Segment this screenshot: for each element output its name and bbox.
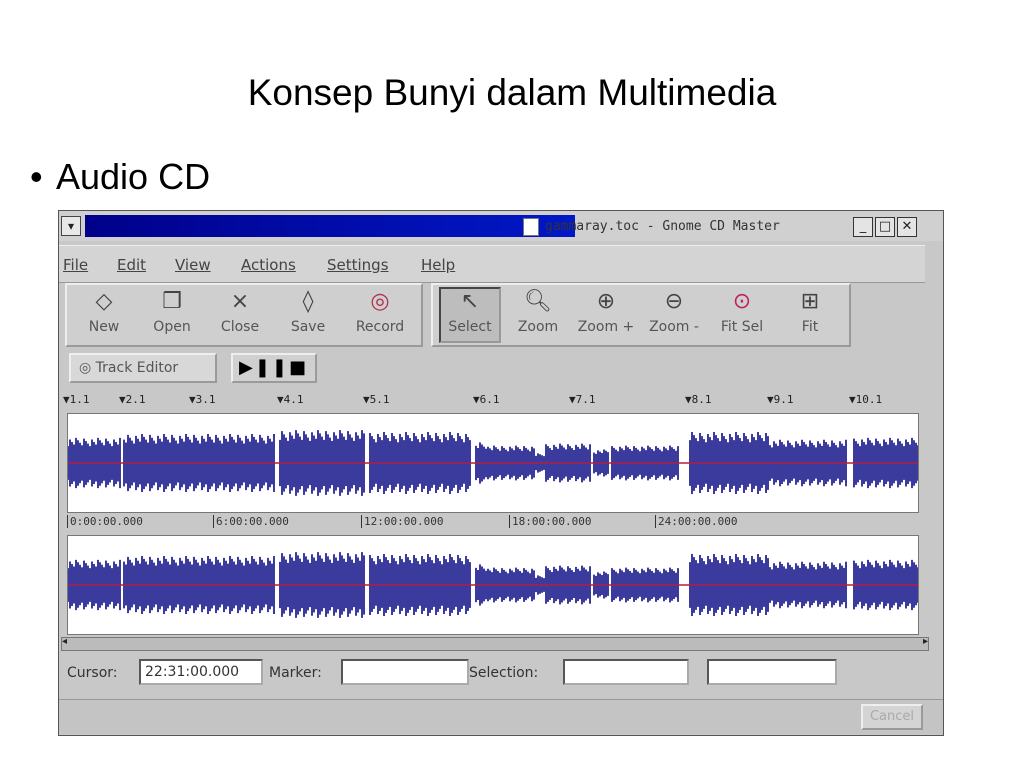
select-label: Select: [448, 319, 492, 335]
time-tick: 6:00:00.000: [213, 515, 289, 528]
track-marker[interactable]: ▼6.1: [473, 393, 500, 406]
bullet-item: • Audio CD: [30, 156, 210, 198]
document-icon: [523, 218, 539, 236]
waveform-left-channel[interactable]: [67, 413, 919, 513]
menu-actions[interactable]: Actions: [241, 256, 296, 274]
fit-icon: ⊞: [800, 289, 820, 314]
minimize-button[interactable]: _: [853, 217, 873, 237]
menu-bar: File Edit View Actions Settings Help: [59, 245, 925, 283]
zoom-in-label: Zoom +: [577, 319, 635, 335]
new-icon: ◇: [95, 289, 113, 314]
save-icon: ◊: [302, 289, 314, 314]
selection-end-field[interactable]: [707, 659, 837, 685]
track-marker[interactable]: ▼10.1: [849, 393, 882, 406]
track-marker[interactable]: ▼8.1: [685, 393, 712, 406]
horizontal-scrollbar[interactable]: ◂ ▸: [61, 636, 929, 651]
file-toolbar: ◇ New ❒ Open × Close ◊ Save ◎ Record: [65, 283, 423, 347]
transport-controls: ▶❚❚■: [231, 353, 317, 383]
track-marker[interactable]: ▼5.1: [363, 393, 390, 406]
track-editor-button[interactable]: ◎ Track Editor: [69, 353, 217, 383]
zoom-label: Zoom: [517, 319, 559, 335]
track-marker[interactable]: ▼7.1: [569, 393, 596, 406]
close-button[interactable]: × Close: [209, 289, 271, 335]
close-label: Close: [220, 319, 260, 335]
track-marker[interactable]: ▼9.1: [767, 393, 794, 406]
title-bar[interactable]: ▾ gammaray.toc - Gnome CD Master _ □ ✕: [59, 211, 943, 241]
new-button[interactable]: ◇ New: [73, 289, 135, 335]
record-icon: ◎: [370, 289, 390, 314]
fit-selection-icon: ⊙: [732, 289, 752, 314]
menu-edit[interactable]: Edit: [117, 256, 146, 274]
cancel-button[interactable]: Cancel: [861, 704, 923, 730]
status-row: Cursor: 22:31:00.000 Marker: Selection:: [59, 653, 943, 693]
pause-icon[interactable]: ❚❚: [255, 357, 289, 378]
track-editor-label: Track Editor: [95, 360, 179, 376]
waveform-left-svg: [67, 430, 919, 496]
title-bar-fill: [85, 215, 575, 237]
time-tick: 0:00:00.000: [67, 515, 143, 528]
zoom-out-button[interactable]: ⊖ Zoom -: [643, 289, 705, 335]
waveform-right-svg: [67, 552, 919, 618]
maximize-button[interactable]: □: [875, 217, 895, 237]
bullet-text: Audio CD: [56, 156, 211, 197]
waveform-right-channel[interactable]: [67, 535, 919, 635]
time-ruler: 0:00:00.000 6:00:00.000 12:00:00.000 18:…: [67, 513, 917, 533]
bullet-dot: •: [30, 156, 43, 197]
selection-start-field[interactable]: [563, 659, 689, 685]
app-window: ▾ gammaray.toc - Gnome CD Master _ □ ✕ F…: [58, 210, 944, 736]
zoom-in-icon: ⊕: [596, 289, 616, 314]
track-marker[interactable]: ▼1.1: [63, 393, 90, 406]
time-tick: 18:00:00.000: [509, 515, 591, 528]
record-label: Record: [355, 319, 405, 335]
select-button[interactable]: ↖ Select: [439, 287, 501, 343]
close-window-button[interactable]: ✕: [897, 217, 917, 237]
new-label: New: [88, 319, 120, 335]
open-icon: ❒: [162, 289, 182, 314]
menu-file[interactable]: File: [63, 256, 88, 274]
menu-help[interactable]: Help: [421, 256, 455, 274]
close-icon: ×: [230, 289, 250, 314]
open-label: Open: [153, 319, 191, 335]
pointer-icon: ↖: [460, 289, 480, 314]
time-tick: 24:00:00.000: [655, 515, 737, 528]
selection-label: Selection:: [469, 665, 539, 681]
track-marker[interactable]: ▼2.1: [119, 393, 146, 406]
marker-ruler: ▼1.1 ▼2.1 ▼3.1 ▼4.1 ▼5.1 ▼6.1 ▼7.1 ▼8.1 …: [59, 393, 943, 411]
slide-title: Konsep Bunyi dalam Multimedia: [247, 72, 777, 113]
cursor-field[interactable]: 22:31:00.000: [139, 659, 263, 685]
window-menu-icon[interactable]: ▾: [61, 216, 81, 236]
fit-label: Fit: [801, 319, 819, 335]
fit-selection-label: Fit Sel: [720, 319, 764, 335]
fit-button[interactable]: ⊞ Fit: [779, 289, 841, 335]
zoom-in-button[interactable]: ⊕ Zoom +: [575, 289, 637, 335]
play-icon[interactable]: ▶: [239, 357, 255, 378]
track-marker[interactable]: ▼4.1: [277, 393, 304, 406]
scroll-right-arrow-icon[interactable]: ▸: [923, 636, 928, 647]
record-button[interactable]: ◎ Record: [349, 289, 411, 335]
window-title: gammaray.toc - Gnome CD Master: [545, 219, 780, 234]
view-toolbar: ↖ Select 🔍︎ Zoom ⊕ Zoom + ⊖ Zoom - ⊙ Fit…: [431, 283, 851, 347]
cursor-label: Cursor:: [67, 665, 118, 681]
track-editor-icon: ◎: [79, 360, 96, 376]
save-button[interactable]: ◊ Save: [277, 289, 339, 335]
scroll-left-arrow-icon[interactable]: ◂: [62, 636, 67, 647]
time-tick: 12:00:00.000: [361, 515, 443, 528]
bottom-bar: Cancel: [59, 699, 943, 734]
save-label: Save: [290, 319, 326, 335]
open-button[interactable]: ❒ Open: [141, 289, 203, 335]
zoom-button[interactable]: 🔍︎ Zoom: [507, 289, 569, 335]
menu-view[interactable]: View: [175, 256, 211, 274]
marker-field[interactable]: [341, 659, 469, 685]
zoom-out-label: Zoom -: [649, 319, 699, 335]
editor-row: ◎ Track Editor ▶❚❚■: [59, 351, 943, 389]
fit-selection-button[interactable]: ⊙ Fit Sel: [711, 289, 773, 335]
zoom-icon: 🔍︎: [524, 289, 552, 314]
menu-settings[interactable]: Settings: [327, 256, 389, 274]
track-marker[interactable]: ▼3.1: [189, 393, 216, 406]
zoom-out-icon: ⊖: [664, 289, 684, 314]
marker-label: Marker:: [269, 665, 322, 681]
stop-icon[interactable]: ■: [289, 357, 308, 378]
